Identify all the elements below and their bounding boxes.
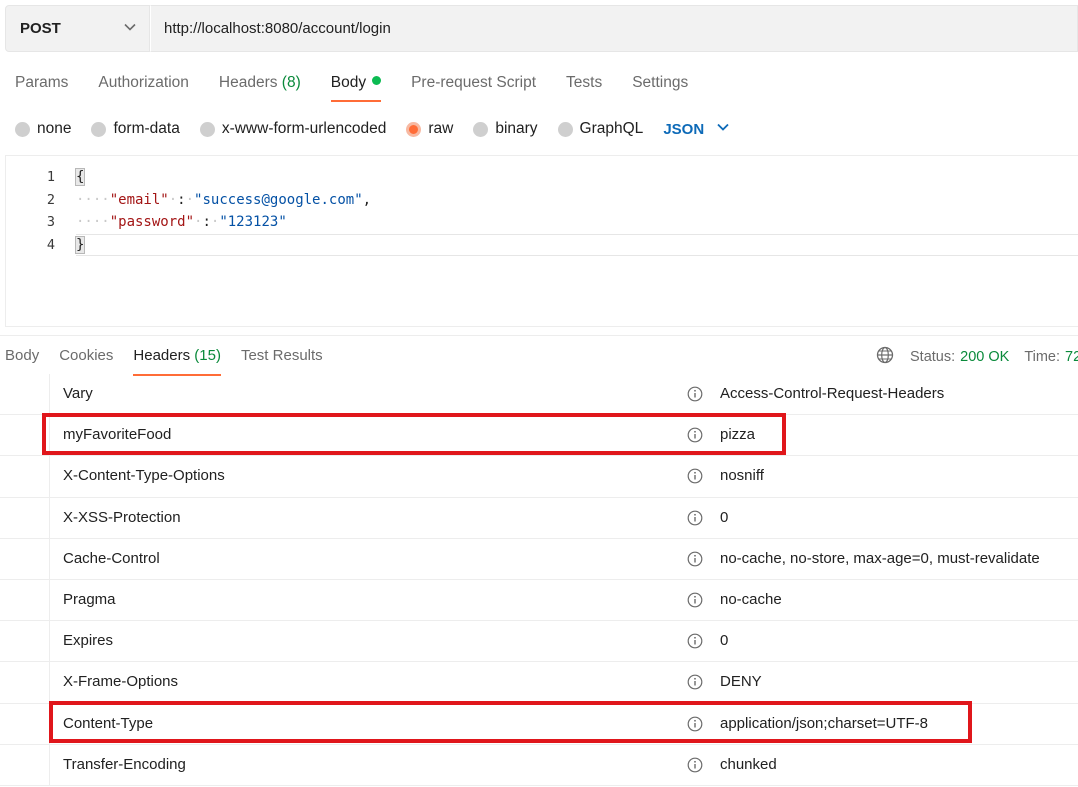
code-content: { ····"email"·:·"success@google.com", ··…: [74, 168, 372, 254]
line-number: 3: [46, 214, 55, 230]
time-label: Time:: [1024, 349, 1061, 365]
header-key: X-XSS-Protection: [63, 508, 181, 526]
table-row: Content-Type application/json;charset=UTF…: [0, 703, 1078, 745]
url-input[interactable]: http://localhost:8080/account/login: [150, 5, 1078, 52]
table-row: Transfer-Encoding chunked: [0, 744, 1078, 786]
body-format-label: JSON: [663, 120, 705, 138]
tab-settings[interactable]: Settings: [632, 70, 688, 102]
tab-body[interactable]: Body: [330, 70, 382, 102]
table-row: Expires 0: [0, 621, 1078, 663]
time-value[interactable]: 72: [1065, 349, 1078, 365]
radio-x-www-form-urlencoded[interactable]: x-www-form-urlencoded: [199, 120, 386, 138]
radio-icon: [473, 121, 489, 137]
table-row: X-Content-Type-Options nosniff: [0, 456, 1078, 498]
tab-cookies[interactable]: Cookies: [59, 344, 113, 376]
info-icon[interactable]: [687, 510, 703, 526]
tab-authorization[interactable]: Authorization: [98, 70, 188, 102]
header-key: X-Content-Type-Options: [63, 467, 225, 485]
info-icon[interactable]: [687, 674, 703, 690]
body-format-select[interactable]: JSON: [663, 120, 730, 138]
header-key: Pragma: [63, 590, 116, 608]
headers-count: (8): [281, 74, 301, 91]
body-active-dot: [372, 76, 382, 85]
globe-icon[interactable]: [876, 346, 910, 368]
header-value: DENY: [720, 673, 762, 691]
radio-raw[interactable]: raw: [406, 120, 453, 138]
line-numbers: 1 2 3 4: [6, 166, 56, 256]
info-icon[interactable]: [687, 716, 703, 732]
header-value: Access-Control-Request-Headers: [720, 385, 945, 402]
json-key: "password": [109, 214, 195, 230]
open-brace: {: [74, 168, 86, 186]
table-row: X-Frame-Options DENY: [0, 662, 1078, 704]
radio-icon: [199, 121, 215, 137]
tab-tests[interactable]: Tests: [566, 70, 602, 102]
table-row: myFavoriteFood pizza: [0, 415, 1078, 457]
tab-response-body[interactable]: Body: [5, 344, 39, 376]
radio-icon: [15, 121, 30, 137]
info-icon[interactable]: [687, 551, 703, 567]
response-status: Status: 200 OK Time: 72: [876, 346, 1078, 368]
header-value: no-cache: [720, 590, 782, 608]
header-value: no-cache, no-store, max-age=0, must-reva…: [720, 549, 1040, 567]
radio-form-data[interactable]: form-data: [91, 120, 180, 138]
info-icon[interactable]: [687, 592, 703, 608]
header-key: Vary: [63, 385, 93, 402]
header-key: Content-Type: [63, 714, 154, 732]
header-key: X-Frame-Options: [63, 673, 179, 691]
method-label: POST: [20, 20, 61, 37]
header-value: pizza: [720, 426, 756, 444]
table-row: Pragma no-cache: [0, 579, 1078, 622]
radio-icon: [557, 121, 573, 137]
line-number: 1: [46, 169, 55, 185]
body-type-options: none form-data x-www-form-urlencoded raw…: [15, 116, 730, 142]
json-value: "123123": [219, 214, 287, 230]
header-value: 0: [720, 632, 729, 650]
response-tabs: Body Cookies Headers (15) Test Results: [5, 344, 343, 376]
status-label: Status:: [910, 349, 956, 365]
header-value: chunked: [720, 755, 777, 773]
radio-checked-icon: [406, 121, 422, 137]
response-bar: Body Cookies Headers (15) Test Results S…: [0, 335, 1078, 376]
header-value: application/json;charset=UTF-8: [720, 714, 929, 732]
line-number: 2: [46, 191, 55, 208]
tab-response-headers[interactable]: Headers (15): [133, 344, 221, 376]
info-icon[interactable]: [687, 757, 703, 773]
line-number: 4: [46, 236, 55, 253]
json-key: "email": [109, 191, 169, 208]
header-key: myFavoriteFood: [63, 426, 172, 444]
tab-pre-request-script[interactable]: Pre-request Script: [411, 70, 536, 102]
radio-none[interactable]: none: [15, 120, 71, 138]
chevron-down-icon: [704, 120, 730, 138]
chevron-down-icon: [123, 20, 137, 38]
tab-test-results[interactable]: Test Results: [241, 344, 323, 376]
radio-binary[interactable]: binary: [473, 120, 538, 138]
method-select[interactable]: POST: [5, 5, 150, 52]
header-key: Expires: [63, 632, 114, 650]
table-row: Vary Access-Control-Request-Headers: [0, 374, 1078, 416]
tab-headers[interactable]: Headers (8): [219, 70, 301, 102]
radio-graphql[interactable]: GraphQL: [557, 120, 643, 138]
info-icon[interactable]: [687, 468, 703, 484]
body-editor[interactable]: 1 2 3 4 { ····"email"·:·"success@google.…: [5, 155, 1078, 327]
url-bar: POST http://localhost:8080/account/login: [5, 5, 1078, 52]
header-key: Transfer-Encoding: [63, 755, 186, 773]
status-value[interactable]: 200 OK: [960, 349, 1009, 365]
table-row: Cache-Control no-cache, no-store, max-age…: [0, 538, 1078, 580]
table-row: X-XSS-Protection 0: [0, 497, 1078, 539]
response-headers-table: Vary Access-Control-Request-Headers myFav…: [0, 374, 1078, 786]
header-value: nosniff: [720, 467, 764, 485]
json-value: "success@google.com": [194, 191, 363, 208]
info-icon[interactable]: [687, 633, 703, 649]
header-value: 0: [720, 508, 729, 526]
request-tabs: Params Authorization Headers (8) Body Pr…: [15, 70, 718, 102]
header-key: Cache-Control: [63, 549, 160, 567]
radio-icon: [91, 121, 107, 137]
response-headers-count: (15): [194, 347, 221, 364]
close-brace: }: [74, 235, 86, 254]
info-icon[interactable]: [687, 386, 703, 402]
info-icon[interactable]: [687, 427, 703, 443]
tab-params[interactable]: Params: [15, 70, 68, 102]
